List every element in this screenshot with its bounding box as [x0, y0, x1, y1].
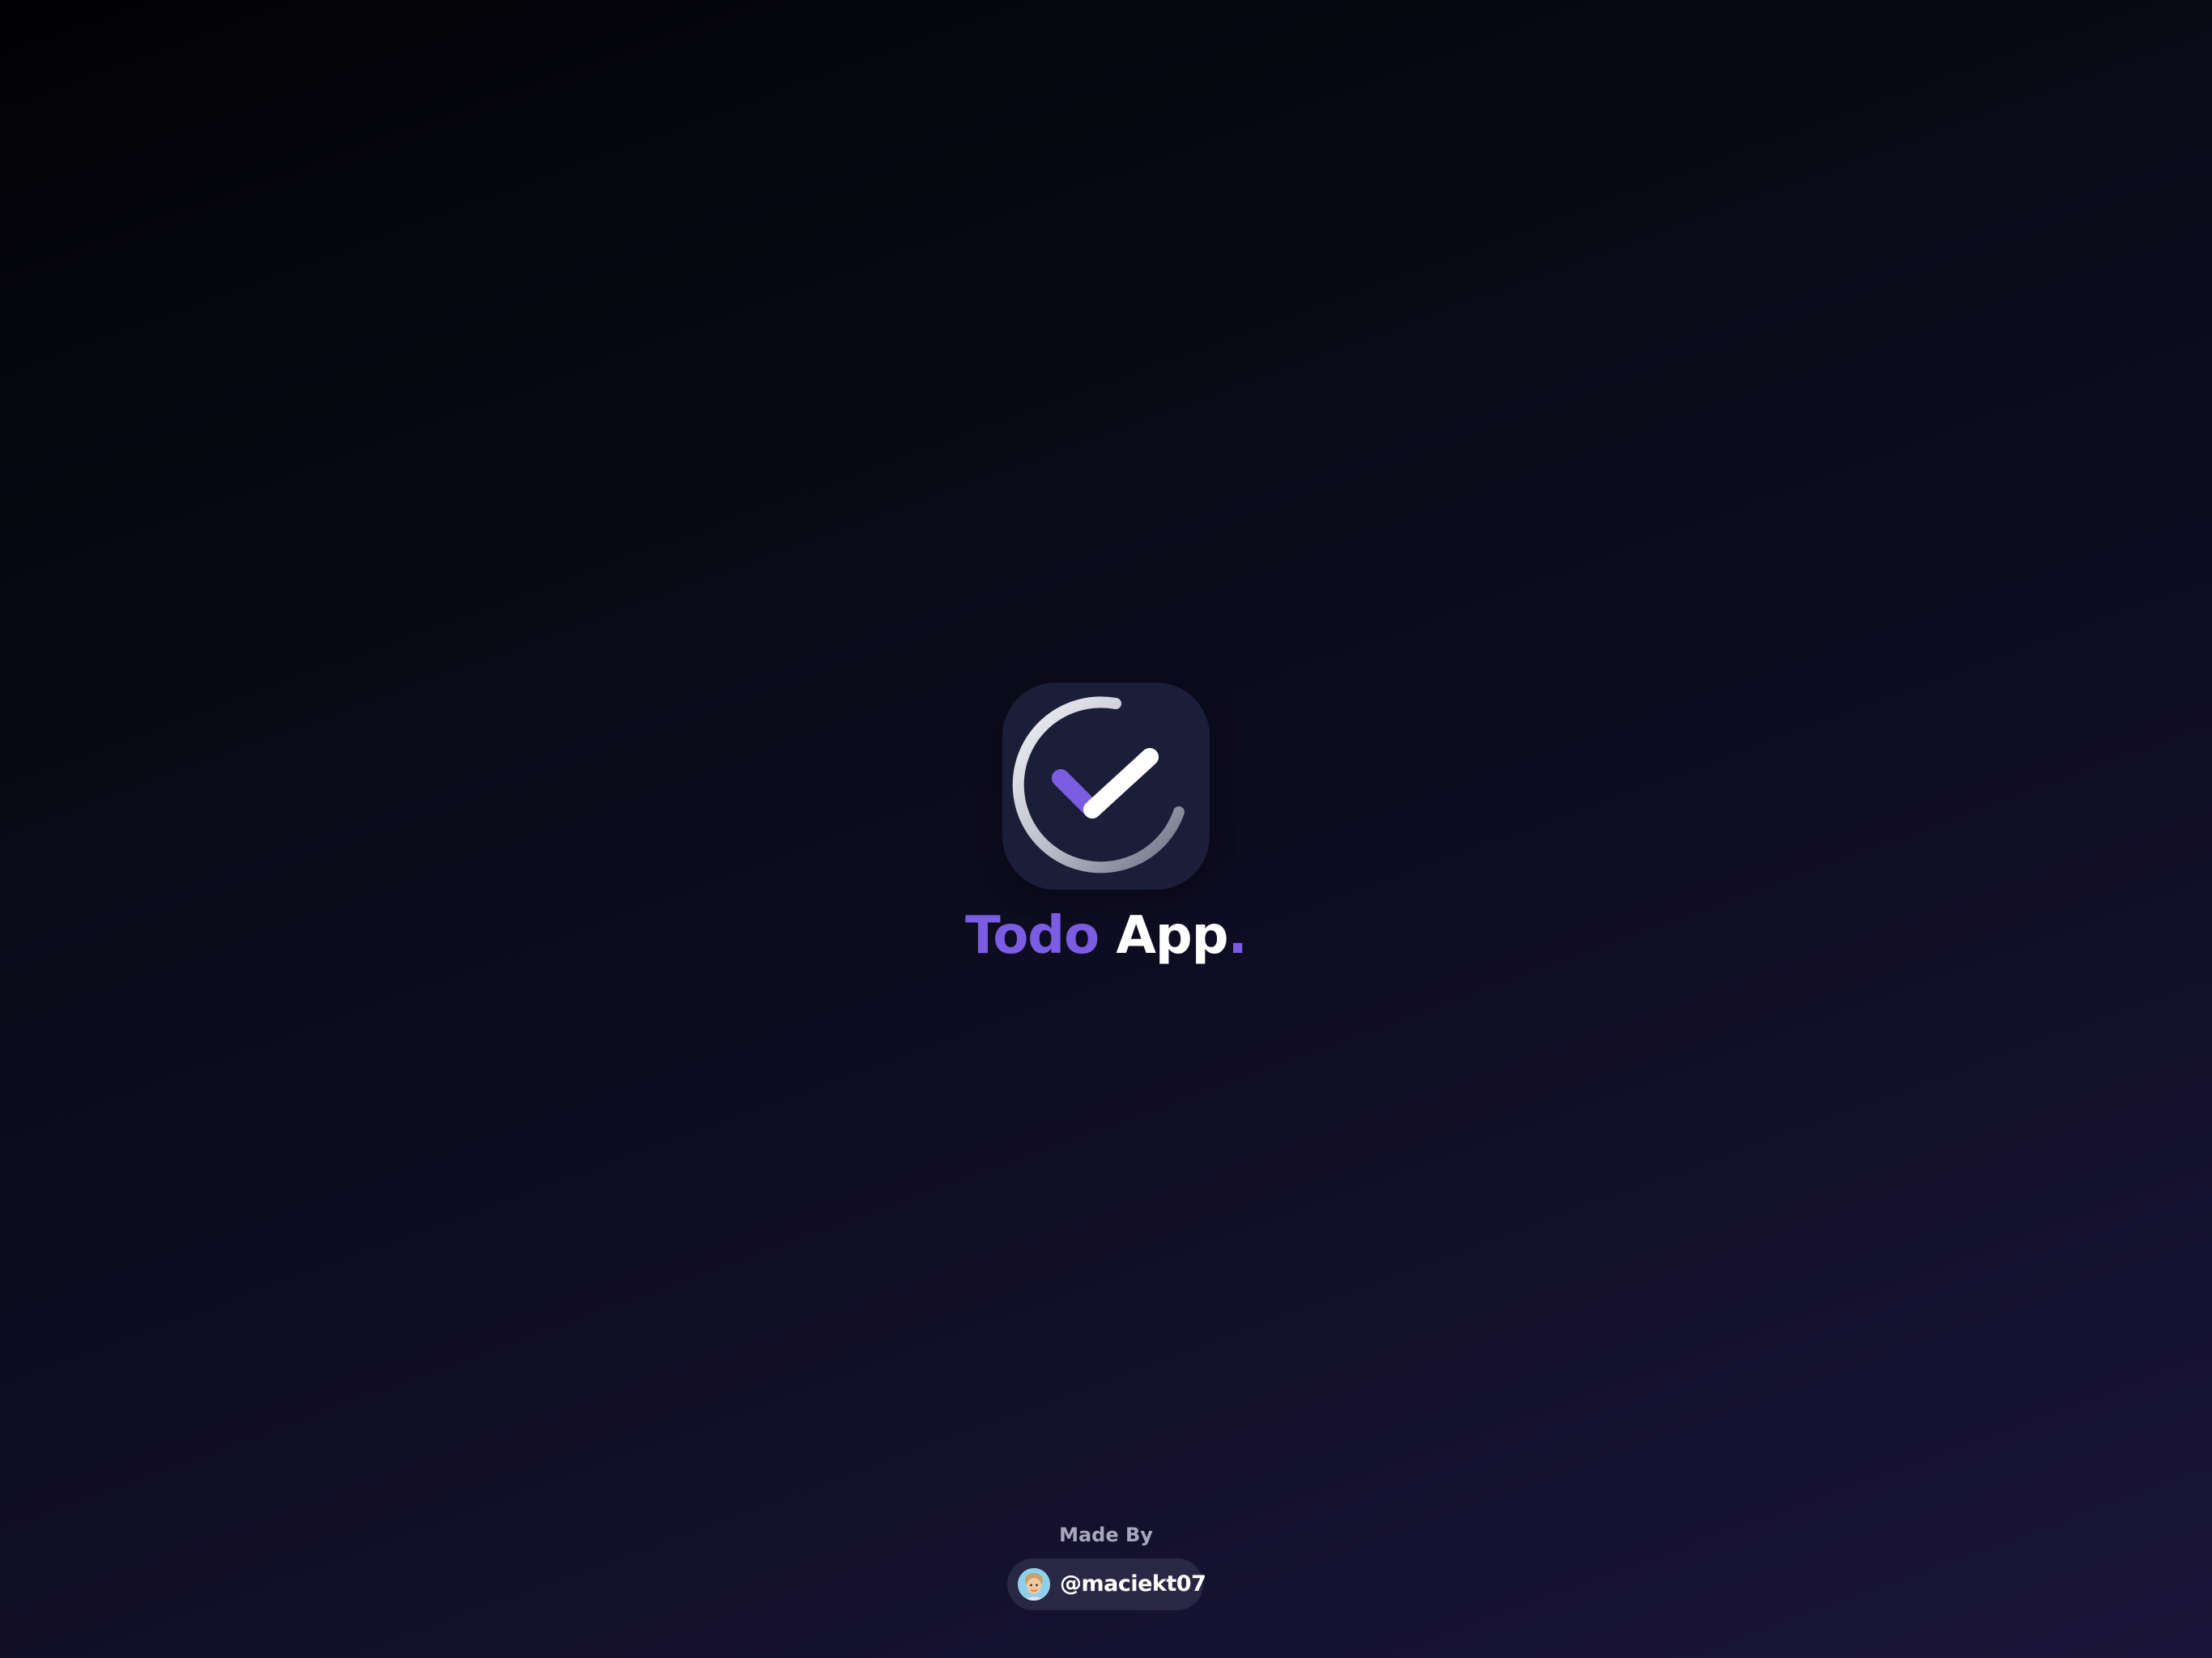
app-title-todo: Todo [965, 906, 1100, 966]
splash-screen: Todo App. Made By @maciekt07 [0, 0, 2212, 1658]
author-link[interactable]: @maciekt07 [1007, 1558, 1206, 1610]
app-title-dot: . [1227, 906, 1248, 966]
check-circle-icon [1012, 696, 1185, 874]
made-by-label: Made By [1059, 1524, 1153, 1546]
app-title-app: App [1116, 906, 1228, 966]
author-handle: @maciekt07 [1060, 1571, 1206, 1596]
app-logo [1002, 682, 1210, 890]
avatar-memoji-icon [1018, 1568, 1050, 1601]
app-title: Todo App. [0, 895, 2212, 976]
